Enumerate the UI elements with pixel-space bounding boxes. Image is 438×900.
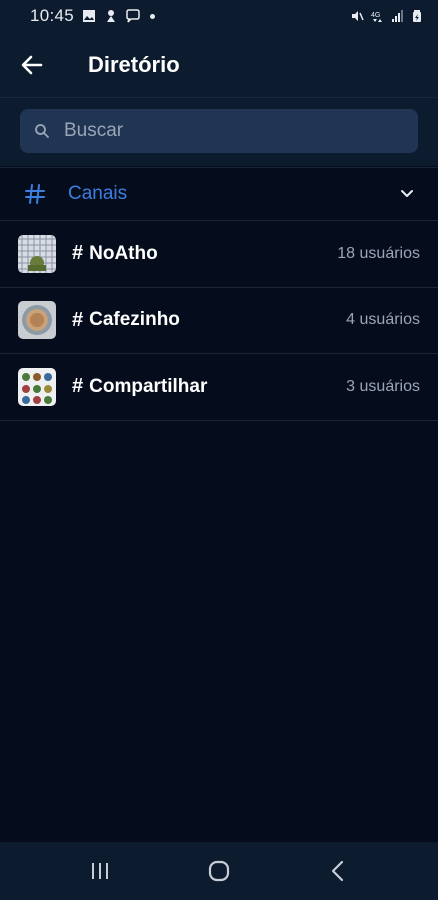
search-area [0,98,438,166]
channel-avatar-cafezinho [18,301,56,340]
channel-avatar-compartilhar [18,367,56,406]
more-dot [150,13,156,19]
user-count: 4 usuários [346,311,420,329]
svg-text:4G: 4G [371,12,380,19]
user-count: 18 usuários [337,244,420,262]
status-right: 4G [350,9,424,23]
page-title: Diretório [88,51,180,77]
home-button[interactable] [189,842,249,900]
recent-apps-icon [91,863,108,879]
search-box[interactable] [20,109,418,153]
back-button[interactable] [0,32,64,98]
list-item[interactable]: # Compartilhar 3 usuários [0,354,438,421]
channel-list: # NoAtho 18 usuários # Cafezinho 4 usuár… [0,221,438,421]
arrow-left-icon [21,55,43,74]
4g-icon: 4G [371,12,382,22]
hash-prefix: # [72,308,84,331]
list-item[interactable]: # NoAtho 18 usuários [0,221,438,288]
hash-prefix: # [72,375,84,398]
status-left: 10:45 [30,6,156,26]
section-label: Canais [68,183,128,204]
status-time: 10:45 [30,6,75,25]
status-bar: 10:45 4G [0,0,438,32]
image-icon [83,10,96,22]
search-icon [35,124,49,138]
hash-icon [25,184,45,204]
user-count: 3 usuários [346,377,420,395]
screen: 10:45 4G Diretório Buscar Canais # NoAth… [0,0,438,900]
battery-icon [413,10,421,22]
system-back-button[interactable] [308,842,368,900]
chevron-down-icon[interactable] [400,187,414,201]
notification-icon [107,10,116,22]
back-icon [332,860,344,882]
hash-prefix: # [72,242,84,265]
mute-icon [352,11,364,21]
list-item[interactable]: # Cafezinho 4 usuários [0,288,438,354]
section-header-canais[interactable]: Canais [0,167,438,221]
channel-name: Cafezinho [89,309,180,331]
signal-icon [392,10,403,22]
home-icon [208,860,230,882]
channel-avatar-noatho [18,234,56,273]
system-nav-bar [0,842,438,900]
recent-apps-button[interactable] [70,842,130,900]
channel-name: Compartilhar [89,375,208,397]
chat-icon [126,9,140,23]
search-input[interactable] [64,120,384,142]
app-bar: Diretório [0,32,438,98]
channel-name: NoAtho [89,242,158,264]
